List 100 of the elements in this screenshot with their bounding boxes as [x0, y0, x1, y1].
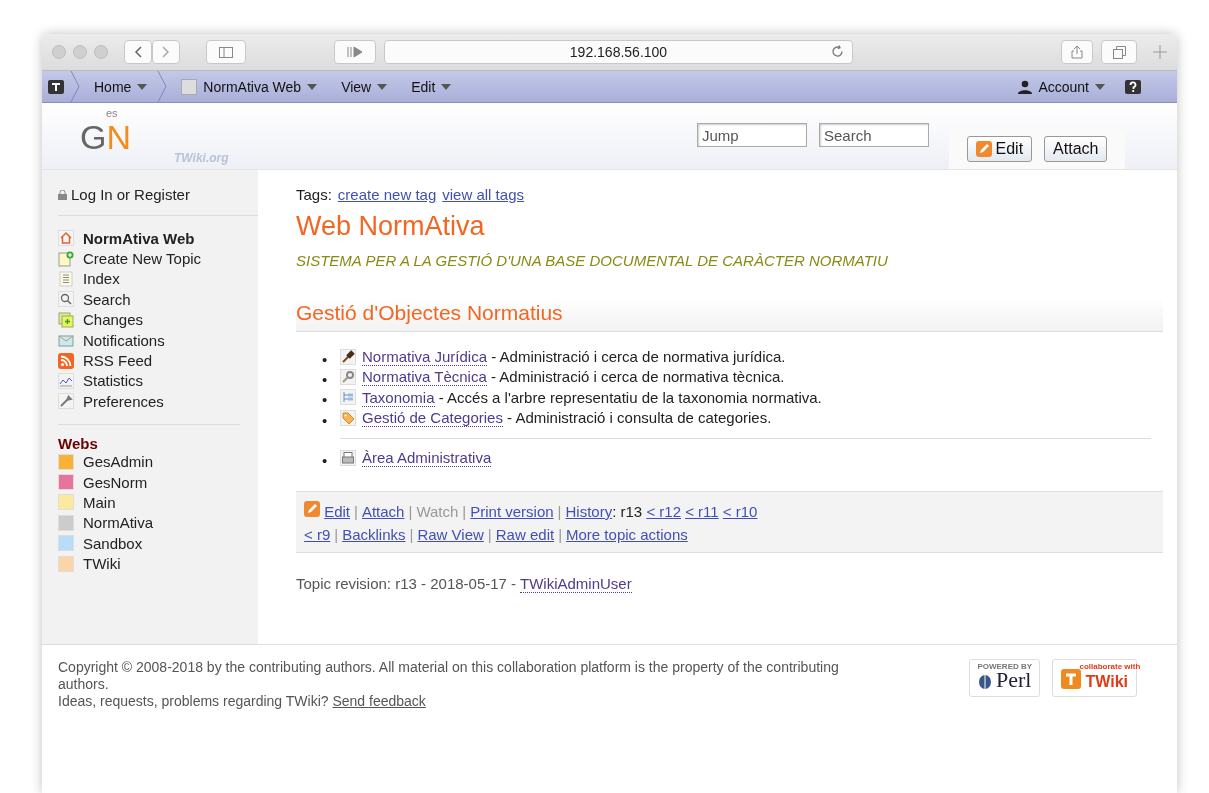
author-link[interactable]: TWikiAdminUser: [520, 574, 632, 593]
back-icon: [134, 46, 142, 58]
web-icon: [181, 78, 198, 95]
home-icon: [58, 230, 74, 247]
account-menu[interactable]: Account: [1018, 78, 1125, 95]
separator: |: [407, 502, 414, 520]
bullet: •: [322, 411, 329, 429]
envelope-icon: [58, 332, 74, 349]
action-link-disabled: Watch: [416, 502, 459, 520]
feedback-text: Ideas, requests, problems regarding TWiki?: [58, 693, 329, 709]
web-link[interactable]: TWiki: [83, 555, 121, 573]
new-tab-icon[interactable]: [1153, 45, 1167, 59]
help-icon[interactable]: [1125, 79, 1141, 94]
forward-button[interactable]: [152, 40, 180, 64]
attach-button[interactable]: Attach: [1044, 136, 1108, 162]
action-link[interactable]: Attach: [361, 502, 405, 520]
play-icon: [347, 46, 363, 58]
site-logo[interactable]: es GN TWiki.org: [42, 105, 258, 169]
web-link[interactable]: GesAdmin: [83, 453, 154, 471]
address-field[interactable]: 192.168.56.100: [384, 40, 853, 64]
sidebar-link[interactable]: Notifications: [83, 331, 165, 349]
topic-link[interactable]: Taxonomia: [362, 388, 435, 407]
topic-link[interactable]: Àrea Administrativa: [362, 448, 492, 467]
twiki-logo-icon: [1061, 669, 1082, 689]
tag-icon: [340, 409, 356, 426]
tabs-icon: [1112, 45, 1126, 59]
topic-link[interactable]: Normativa Tècnica: [362, 368, 487, 387]
register-link[interactable]: Register: [134, 186, 190, 203]
reader-button[interactable]: [334, 40, 376, 64]
jump-field[interactable]: Jump: [697, 123, 807, 147]
topic-link[interactable]: Gestió de Categories: [362, 409, 503, 428]
edit-button[interactable]: Edit: [966, 136, 1033, 162]
action-link[interactable]: < r11: [685, 502, 719, 520]
search-icon: [58, 291, 74, 308]
sidebar-link[interactable]: NormAtiva Web: [83, 229, 195, 247]
copyright-text: Copyright © 2008-2018 by the contributing authors. All material on this collaboration platform is the property of the contributing authors.: [58, 659, 840, 693]
wrench-icon: [58, 393, 74, 410]
bullet: •: [322, 391, 329, 409]
feedback-link[interactable]: Send feedback: [332, 693, 426, 709]
caret-icon: [377, 83, 388, 90]
gavel-icon: [340, 348, 356, 365]
tabs-button[interactable]: [1101, 40, 1137, 64]
login-link[interactable]: Log In: [71, 186, 113, 203]
menu-button[interactable]: NormAtiva Web: [167, 71, 328, 102]
action-link[interactable]: < r12: [646, 502, 681, 520]
share-button[interactable]: [1061, 40, 1093, 64]
action-link[interactable]: Backlinks: [342, 525, 406, 543]
revision-label: : r13: [612, 502, 643, 520]
onion-icon: [978, 673, 992, 689]
web-link[interactable]: Sandbox: [83, 534, 143, 552]
page-subtitle: SISTEMA PER A LA GESTIÓ D'UNA BASE DOCUMENTAL DE CARÀCTER NORMATIU: [296, 252, 889, 269]
action-link[interactable]: Raw edit: [495, 525, 555, 543]
separator: |: [557, 525, 564, 543]
minimize-button[interactable]: [73, 45, 87, 59]
tag-link[interactable]: view all tags: [442, 186, 524, 203]
caret-icon: [137, 83, 148, 90]
tags-label: Tags:: [296, 186, 332, 203]
back-button[interactable]: [124, 40, 152, 64]
reload-icon: [831, 45, 844, 58]
sidebar-button[interactable]: [206, 40, 246, 64]
sidebar-link[interactable]: Changes: [83, 311, 144, 329]
powered-by-badge[interactable]: POWERED BY Perl: [969, 659, 1041, 697]
sidebar-link[interactable]: Index: [83, 270, 120, 288]
sidebar-link[interactable]: Search: [83, 290, 131, 308]
sidebar-icon: [219, 46, 233, 58]
separator: |: [461, 502, 468, 520]
menu-button[interactable]: Edit: [397, 71, 462, 102]
topic-link[interactable]: Normativa Jurídica: [362, 348, 488, 366]
caret-icon: [307, 83, 318, 90]
action-link[interactable]: Raw View: [417, 525, 484, 543]
separator: |: [556, 502, 563, 520]
search-field[interactable]: Search: [819, 123, 929, 147]
user-icon: [1018, 79, 1033, 94]
action-link[interactable]: Print version: [470, 502, 554, 520]
close-button[interactable]: [52, 45, 66, 59]
web-link[interactable]: NormAtiva: [83, 514, 153, 532]
bullet: •: [322, 451, 329, 469]
zoom-button[interactable]: [94, 45, 108, 59]
sidebar-link[interactable]: Create New Topic: [83, 250, 202, 268]
rss-icon: [58, 352, 74, 369]
action-link[interactable]: < r9: [304, 525, 331, 543]
web-link[interactable]: GesNorm: [83, 473, 148, 491]
action-link[interactable]: < r10: [722, 502, 758, 520]
web-link[interactable]: Main: [83, 494, 116, 511]
pencil-icon: [304, 500, 320, 517]
tag-link[interactable]: create new tag: [337, 186, 437, 203]
page-title: Web NormAtiva: [296, 211, 486, 242]
sidebar-link[interactable]: RSS Feed: [83, 352, 153, 370]
pencil-icon: [975, 141, 992, 157]
menu-button[interactable]: Home: [80, 71, 158, 102]
topic-description: - Administració i cerca de normativa jurídica.: [490, 348, 786, 365]
sidebar-link[interactable]: Preferences: [83, 392, 164, 410]
printer-icon: [340, 449, 356, 466]
menu-button[interactable]: View: [327, 71, 398, 102]
topic-description: - Administració i consulta de categories.: [506, 409, 772, 427]
edit-link[interactable]: Edit: [324, 502, 351, 520]
bullet: •: [322, 350, 329, 368]
sidebar-link[interactable]: Statistics: [83, 372, 143, 390]
separator: |: [408, 525, 415, 543]
action-link[interactable]: More topic actions: [566, 525, 688, 543]
